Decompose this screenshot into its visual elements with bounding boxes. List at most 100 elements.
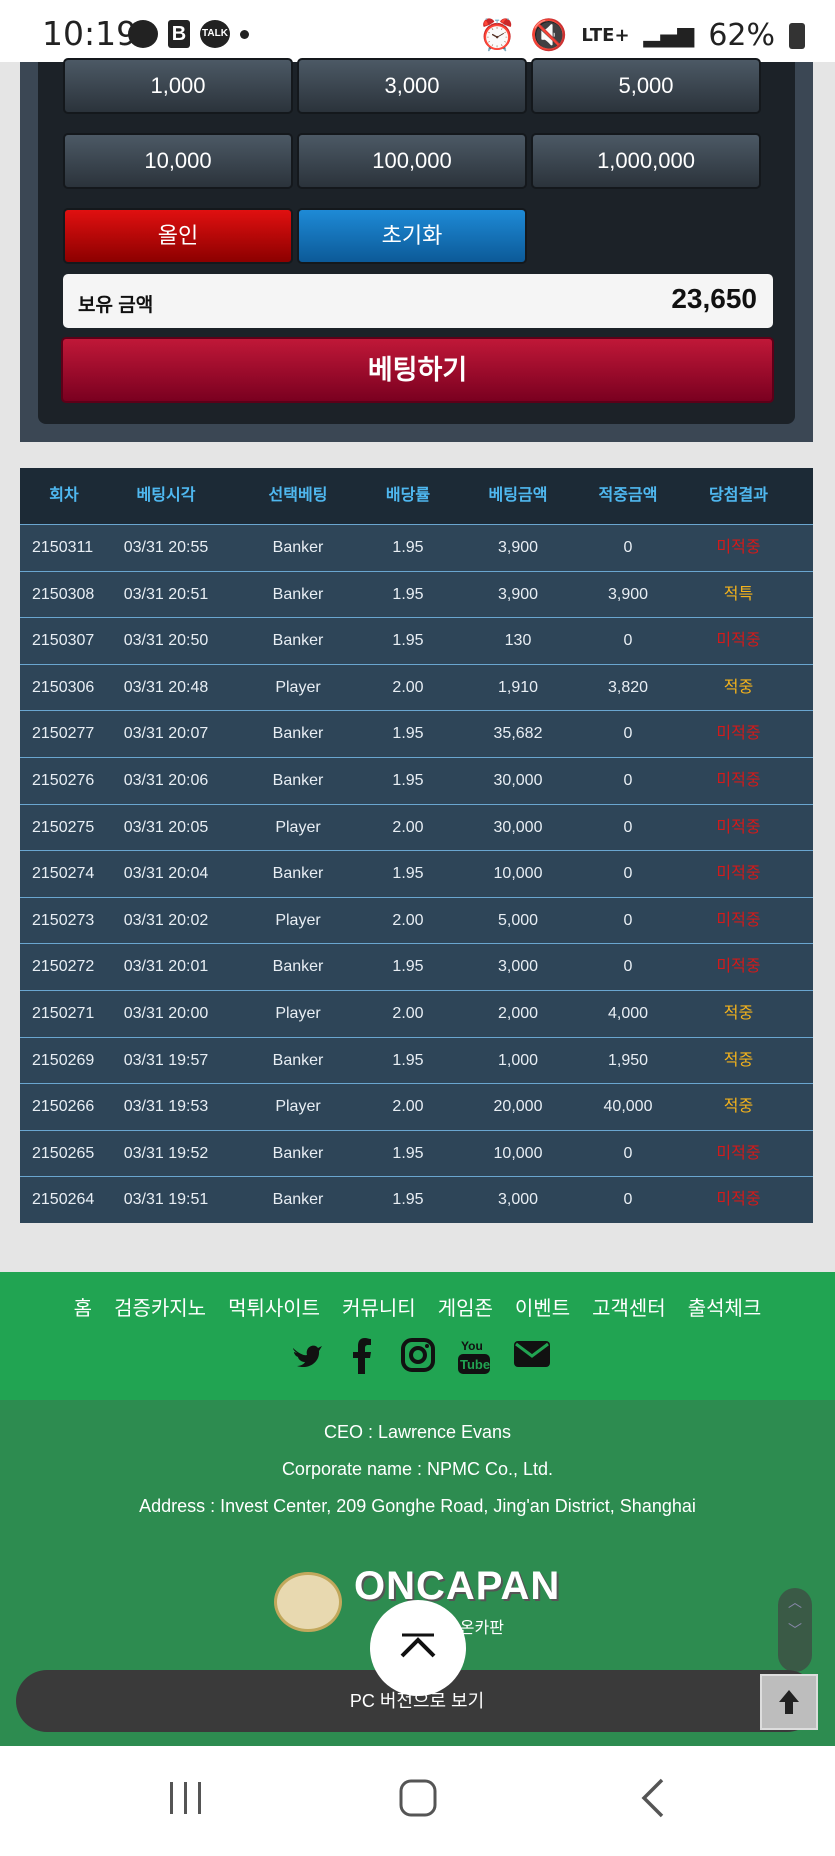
amount-cell: 5,000 xyxy=(497,911,539,929)
place-bet-button[interactable]: 베팅하기 xyxy=(61,337,774,403)
odds-cell: 1.95 xyxy=(392,1191,424,1209)
scroll-indicator[interactable]: ︿ ﹀ xyxy=(778,1588,812,1672)
battery-icon xyxy=(789,22,805,49)
result-cell: 미적중 xyxy=(716,725,761,743)
round-cell: 2150275 xyxy=(32,818,95,836)
chip-5000-button[interactable]: 5,000 xyxy=(531,58,761,114)
pick-cell: Banker xyxy=(272,1144,324,1162)
balance-label: 보유 금액 xyxy=(78,295,154,316)
round-cell: 2150266 xyxy=(32,1098,95,1116)
time-cell: 03/31 20:51 xyxy=(123,585,209,603)
amount-cell: 3,900 xyxy=(497,539,539,556)
chip-1000-button[interactable]: 1,000 xyxy=(63,58,293,114)
amount-cell: 2,000 xyxy=(497,1004,539,1022)
amount-cell: 1,000 xyxy=(497,1051,539,1069)
amount-cell: 30,000 xyxy=(493,771,543,789)
footer-link-scam-sites[interactable]: 먹튀사이트 xyxy=(228,1292,320,1321)
pick-cell: Banker xyxy=(272,771,324,789)
twitter-icon[interactable] xyxy=(289,1338,323,1374)
odds-cell: 1.95 xyxy=(392,585,424,603)
footer-link-support[interactable]: 고객센터 xyxy=(592,1292,666,1321)
round-cell: 2150265 xyxy=(32,1144,95,1162)
table-row: 2150271 03/31 20:00 Player 2.00 2,000 4,000 적중 xyxy=(20,989,813,1037)
table-row: 2150308 03/31 20:51 Banker 1.95 3,900 3,900 적특 xyxy=(20,570,813,618)
amount-cell: 30,000 xyxy=(493,818,543,836)
table-row: 2150266 03/31 19:53 Player 2.00 20,000 40,000… xyxy=(20,1083,813,1130)
dot-icon xyxy=(240,29,249,39)
table-row: 2150272 03/31 20:01 Banker 1.95 3,000 0 미적중 xyxy=(20,943,813,990)
all-in-button[interactable]: 올인 xyxy=(63,208,293,264)
back-icon[interactable] xyxy=(638,1778,668,1828)
table-row: 2150274 03/31 20:04 Banker 1.95 10,000 0 미적중 xyxy=(20,850,813,897)
won-cell: 0 xyxy=(623,1144,633,1162)
round-cell: 2150311 xyxy=(32,539,94,556)
pick-cell: Banker xyxy=(272,1191,324,1209)
talk-icon: TALK xyxy=(200,20,230,48)
won-cell: 1,950 xyxy=(607,1051,649,1069)
amount-cell: 3,000 xyxy=(497,958,539,976)
won-cell: 3,900 xyxy=(607,585,649,603)
footer-link-community[interactable]: 커뮤니티 xyxy=(342,1292,416,1321)
won-cell: 0 xyxy=(623,865,633,883)
pick-cell: Player xyxy=(275,678,321,696)
social-links: You Tube xyxy=(0,1338,835,1374)
mail-icon[interactable] xyxy=(513,1338,550,1374)
table-row: 2150311 03/31 20:55 Banker 1.95 3,900 0 미적중 xyxy=(20,524,813,571)
result-cell: 미적중 xyxy=(716,1144,761,1162)
result-cell: 미적중 xyxy=(716,771,761,789)
round-cell: 2150271 xyxy=(32,1004,95,1022)
instagram-icon[interactable] xyxy=(400,1338,435,1374)
round-cell: 2150274 xyxy=(32,865,95,883)
address-text: Address : Invest Center, 209 Gonghe Road… xyxy=(139,1496,696,1516)
won-cell: 0 xyxy=(623,539,633,556)
footer-link-events[interactable]: 이벤트 xyxy=(515,1292,570,1321)
recent-apps-icon[interactable] xyxy=(166,1778,206,1828)
time-cell: 03/31 20:06 xyxy=(123,771,209,789)
odds-cell: 1.95 xyxy=(392,771,424,789)
odds-cell: 1.95 xyxy=(392,539,424,556)
footer-link-game-zone[interactable]: 게임존 xyxy=(438,1292,493,1321)
scroll-down-icon: ﹀ xyxy=(788,1622,802,1638)
table-row: 2150264 03/31 19:51 Banker 1.95 3,000 0 미적중 xyxy=(20,1176,813,1223)
youtube-icon[interactable]: You Tube xyxy=(457,1338,491,1374)
time-cell: 03/31 20:07 xyxy=(123,725,209,743)
table-row: 2150273 03/31 20:02 Player 2.00 5,000 0 미적중 xyxy=(20,896,813,944)
round-cell: 2150272 xyxy=(32,958,95,976)
odds-cell: 2.00 xyxy=(392,911,424,929)
back-to-top-icon[interactable] xyxy=(760,1674,818,1730)
table-row: 2150265 03/31 19:52 Banker 1.95 10,000 0 미적중 xyxy=(20,1129,813,1177)
odds-cell: 1.95 xyxy=(392,725,424,743)
won-cell: 40,000 xyxy=(603,1098,653,1116)
reset-button[interactable]: 초기화 xyxy=(297,208,527,264)
footer-link-verified-casino[interactable]: 검증카지노 xyxy=(114,1292,206,1321)
won-cell: 4,000 xyxy=(607,1004,649,1022)
table-body: 2150311 03/31 20:55 Banker 1.95 3,900 0 미적중 215… xyxy=(20,524,813,1223)
battery-level: 62% xyxy=(708,18,775,53)
table-row: 2150275 03/31 20:05 Player 2.00 30,000 0 미적중 xyxy=(20,803,813,851)
chip-10000-button[interactable]: 10,000 xyxy=(63,133,293,189)
mute-icon: 🔇 xyxy=(530,18,568,53)
table-row: 2150276 03/31 20:06 Banker 1.95 30,000 0 미적중 xyxy=(20,756,813,804)
chip-3000-button[interactable]: 3,000 xyxy=(297,58,527,114)
round-cell: 2150264 xyxy=(32,1191,95,1209)
chip-1000000-button[interactable]: 1,000,000 xyxy=(531,133,761,189)
won-cell: 0 xyxy=(623,632,633,650)
time-cell: 03/31 19:53 xyxy=(123,1098,209,1116)
home-icon[interactable] xyxy=(398,1778,438,1828)
odds-cell: 1.95 xyxy=(392,1051,424,1069)
result-cell: 적중 xyxy=(723,1051,754,1069)
pick-cell: Banker xyxy=(272,958,324,976)
facebook-icon[interactable] xyxy=(345,1338,379,1374)
won-cell: 0 xyxy=(623,911,633,929)
footer-link-home[interactable]: 홈 xyxy=(74,1292,92,1321)
system-icons: ⏰ 🔇 LTE+ ▂▄▆ 62% xyxy=(479,18,805,53)
chip-100000-button[interactable]: 100,000 xyxy=(297,133,527,189)
round-cell: 2150269 xyxy=(32,1051,95,1069)
bet-panel: 1,000 3,000 5,000 10,000 100,000 1,000,0… xyxy=(20,58,813,442)
table-row: 2150307 03/31 20:50 Banker 1.95 130 0 미적중 xyxy=(20,617,813,664)
scroll-to-top-button[interactable] xyxy=(370,1600,466,1696)
time-cell: 03/31 20:02 xyxy=(123,911,209,929)
result-cell: 적특 xyxy=(723,585,754,603)
footer-link-attendance[interactable]: 출석체크 xyxy=(688,1292,762,1321)
network-label: LTE+ xyxy=(581,25,630,46)
